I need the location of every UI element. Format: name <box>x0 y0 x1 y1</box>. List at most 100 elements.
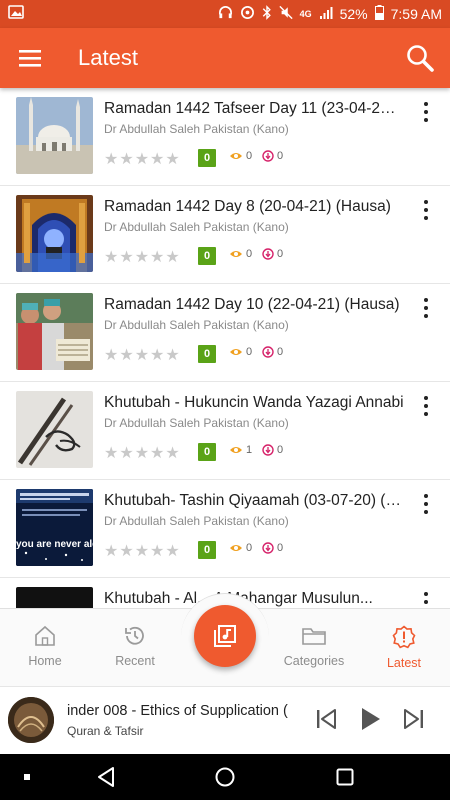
signal-icon <box>319 6 333 23</box>
star-icon: ★ <box>104 543 119 560</box>
rating-count-badge: 0 <box>198 247 216 265</box>
nav-home[interactable]: Home <box>5 625 85 668</box>
thumbnail-calligraphy-pen <box>16 391 93 468</box>
item-title: Ramadan 1442 Day 10 (22-04-21) (Hausa) <box>104 296 400 313</box>
download-icon <box>262 444 274 456</box>
folder-icon <box>302 628 326 645</box>
status-right: 4G 52% 7:59 AM <box>218 5 442 23</box>
eye-icon <box>230 349 242 355</box>
list-item[interactable]: Khutubah - Hukuncin Wanda Yazagi Annabi … <box>0 382 450 480</box>
star-icon: ★ <box>104 249 119 266</box>
home-system-button[interactable] <box>213 765 237 789</box>
menu-button[interactable] <box>0 28 60 88</box>
search-button[interactable] <box>390 28 450 88</box>
thumbnail-kaaba-door <box>16 195 93 272</box>
star-icon: ★ <box>119 151 134 168</box>
player-track-category: Quran & Tafsir <box>67 724 144 738</box>
list-item[interactable]: Ramadan 1442 Day 10 (22-04-21) (Hausa) D… <box>0 284 450 382</box>
nav-latest[interactable]: Latest <box>364 625 444 670</box>
status-bar: 4G 52% 7:59 AM <box>0 0 450 28</box>
eye-icon <box>230 545 242 551</box>
rating-stars[interactable]: ★ ★ ★ ★ ★ <box>104 345 180 365</box>
views-counter: 0 <box>229 248 252 260</box>
previous-button[interactable] <box>312 705 340 733</box>
star-icon: ★ <box>134 151 150 168</box>
item-title: Ramadan 1442 Tafseer Day 11 (23-04-21) (… <box>104 100 404 117</box>
downloads-count: 0 <box>277 542 284 554</box>
nav-home-label: Home <box>28 654 62 668</box>
play-icon <box>362 708 380 730</box>
star-icon: ★ <box>104 151 119 168</box>
overview-square-icon <box>336 768 354 786</box>
downloads-counter: 0 <box>262 346 283 358</box>
player-track-title: inder 008 - Ethics of Supplication ( <box>67 703 288 719</box>
rating-stars[interactable]: ★ ★ ★ ★ ★ <box>104 247 180 267</box>
more-options-button[interactable] <box>416 296 436 320</box>
home-circle-icon <box>215 767 235 787</box>
clock: 7:59 AM <box>390 6 442 22</box>
player-artwork <box>8 697 54 743</box>
nav-categories-label: Categories <box>283 654 345 668</box>
hamburger-menu-icon <box>19 50 41 67</box>
nav-recent[interactable]: Recent <box>95 625 175 668</box>
next-button[interactable] <box>400 705 428 733</box>
views-counter: 1 <box>229 444 252 456</box>
star-icon: ★ <box>134 543 150 560</box>
star-icon: ★ <box>134 249 150 266</box>
now-playing-fab[interactable] <box>194 605 256 667</box>
views-count: 0 <box>246 248 253 260</box>
thumbnail-mosque <box>16 97 93 174</box>
item-author: Dr Abdullah Saleh Pakistan (Kano) <box>104 416 289 430</box>
more-options-button[interactable] <box>416 590 436 608</box>
star-icon: ★ <box>119 543 134 560</box>
thumbnail-dark <box>16 587 93 608</box>
star-icon: ★ <box>119 347 134 364</box>
star-icon: ★ <box>165 249 180 266</box>
downloads-count: 0 <box>277 444 284 456</box>
system-navigation-bar <box>0 754 450 800</box>
eye-icon <box>230 153 242 159</box>
star-icon: ★ <box>150 543 165 560</box>
download-icon <box>262 542 274 554</box>
star-icon: ★ <box>150 445 165 462</box>
views-counter: 0 <box>229 542 252 554</box>
square-dot-icon <box>24 774 30 780</box>
play-button[interactable] <box>356 705 384 733</box>
star-icon: ★ <box>104 445 119 462</box>
views-count: 0 <box>246 346 253 358</box>
more-options-button[interactable] <box>416 198 436 222</box>
mini-player[interactable]: inder 008 - Ethics of Supplication ( Qur… <box>0 686 450 754</box>
playlist-icon <box>214 625 236 647</box>
skip-next-icon <box>404 709 423 729</box>
nav-categories[interactable]: Categories <box>274 625 354 668</box>
download-icon <box>262 248 274 260</box>
more-options-button[interactable] <box>416 394 436 418</box>
back-triangle-icon <box>98 767 114 787</box>
star-icon: ★ <box>165 445 180 462</box>
overview-button[interactable] <box>333 765 357 789</box>
list-item[interactable]: you are never alon Khutubah- Tashin Qiya… <box>0 480 450 578</box>
rating-stars[interactable]: ★ ★ ★ ★ ★ <box>104 149 180 169</box>
more-options-button[interactable] <box>416 100 436 124</box>
network-type: 4G <box>299 9 312 19</box>
rating-count-badge: 0 <box>198 345 216 363</box>
mute-icon <box>278 5 293 23</box>
list-item[interactable]: Ramadan 1442 Day 8 (20-04-21) (Hausa) Dr… <box>0 186 450 284</box>
home-icon <box>35 625 55 646</box>
downloads-counter: 0 <box>262 248 283 260</box>
back-button[interactable] <box>94 765 118 789</box>
download-icon <box>262 150 274 162</box>
downloads-counter: 0 <box>262 542 283 554</box>
battery-percent: 52% <box>339 6 368 22</box>
list-item[interactable]: Ramadan 1442 Tafseer Day 11 (23-04-21) (… <box>0 88 450 186</box>
rating-stars[interactable]: ★ ★ ★ ★ ★ <box>104 443 180 463</box>
views-count: 1 <box>246 444 253 456</box>
star-icon: ★ <box>165 543 180 560</box>
download-icon <box>262 346 274 358</box>
item-author: Dr Abdullah Saleh Pakistan (Kano) <box>104 318 289 332</box>
more-options-button[interactable] <box>416 492 436 516</box>
rating-count-badge: 0 <box>198 541 216 559</box>
eye-icon <box>230 251 242 257</box>
recent-apps-dot-button[interactable] <box>15 765 39 789</box>
rating-stars[interactable]: ★ ★ ★ ★ ★ <box>104 541 180 561</box>
